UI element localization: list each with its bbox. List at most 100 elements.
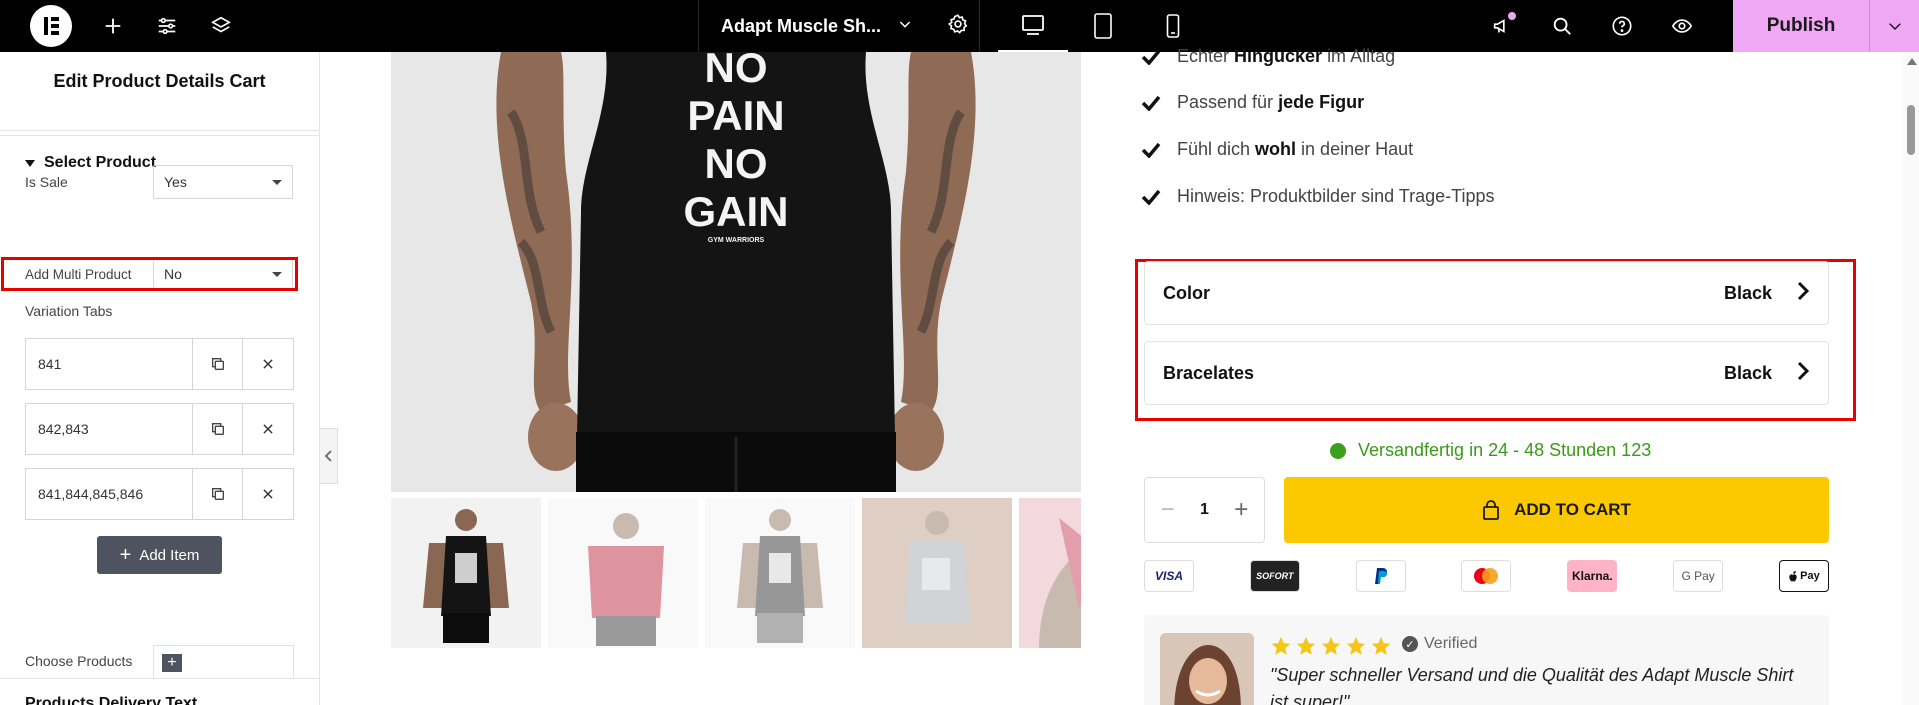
- star-icon: [1346, 636, 1366, 655]
- star-icon: [1271, 636, 1291, 655]
- feature-text-bold: jede Figur: [1278, 92, 1365, 112]
- shirt-print-text: NO: [705, 140, 768, 187]
- duplicate-icon[interactable]: [193, 339, 243, 389]
- chevron-right-icon: [1796, 360, 1810, 387]
- review-quote: "Super schneller Versand und die Qualitä…: [1270, 665, 1794, 705]
- stock-text: Versandfertig in 24 - 48 Stunden 123: [1358, 440, 1652, 460]
- shirt-print-text: GAIN: [684, 188, 789, 235]
- feature-text-pre: Fühl dich: [1177, 139, 1251, 159]
- checkmark-icon: [1141, 49, 1163, 65]
- checkmark-icon: [1141, 189, 1163, 205]
- add-product-plus-icon[interactable]: +: [162, 654, 182, 672]
- choose-products-field[interactable]: +: [153, 645, 294, 679]
- visa-payment-icon: VISA: [1144, 560, 1194, 592]
- is-sale-label: Is Sale: [25, 174, 68, 190]
- feature-text-pre: Hinweis: Produktbilder sind Trage-Tipps: [1177, 186, 1495, 206]
- duplicate-icon[interactable]: [193, 404, 243, 454]
- dropdown-caret-icon: [272, 179, 282, 185]
- site-settings-icon[interactable]: [153, 12, 181, 40]
- elementor-logo[interactable]: [30, 5, 72, 47]
- feature-text-bold: wohl: [1255, 139, 1297, 159]
- customer-review-card: ✓ Verified "Super schneller Versand und …: [1144, 615, 1829, 705]
- google-pay-payment-icon: G Pay: [1673, 560, 1724, 592]
- feature-item: Fühl dich wohl in deiner Haut: [1141, 139, 1413, 160]
- page-settings-gear-icon[interactable]: [947, 13, 969, 40]
- shirt-print-text: NO: [705, 52, 768, 91]
- mobile-device-icon[interactable]: [1138, 0, 1208, 52]
- in-stock-dot-icon: [1330, 442, 1346, 459]
- star-icon: [1371, 636, 1391, 655]
- preview-eye-icon[interactable]: [1668, 12, 1696, 40]
- scroll-up-arrow-icon[interactable]: [1907, 58, 1917, 65]
- remove-icon[interactable]: [243, 469, 293, 519]
- topbar-left-tools: [0, 0, 235, 52]
- mastercard-payment-icon: [1461, 560, 1512, 592]
- add-item-button[interactable]: + Add Item: [97, 536, 222, 574]
- panel-divider: [0, 130, 319, 136]
- plus-icon: +: [119, 544, 132, 566]
- help-icon[interactable]: [1608, 12, 1636, 40]
- product-main-image[interactable]: NO PAIN NO GAIN GYM WARRIORS: [391, 52, 1081, 492]
- is-sale-value: Yes: [164, 174, 187, 190]
- product-thumbnail[interactable]: [391, 498, 541, 648]
- apple-pay-payment-icon: Pay: [1778, 560, 1829, 592]
- scrollbar-thumb[interactable]: [1907, 105, 1915, 155]
- feature-text-pre: Passend für: [1177, 92, 1274, 112]
- variation-tab-item[interactable]: 841: [25, 338, 294, 390]
- shirt-print-text: PAIN: [687, 92, 784, 139]
- tablet-device-icon[interactable]: [1068, 0, 1138, 52]
- product-thumbnail[interactable]: [705, 498, 855, 648]
- search-icon[interactable]: [1548, 12, 1576, 40]
- document-title: Adapt Muscle Sh...: [721, 15, 882, 36]
- stock-status: Versandfertig in 24 - 48 Stunden 123: [1330, 440, 1651, 461]
- canvas-scrollbar[interactable]: [1903, 52, 1919, 705]
- remove-icon[interactable]: [243, 404, 293, 454]
- publish-options-chevron-icon[interactable]: [1869, 0, 1919, 52]
- publish-button[interactable]: Publish: [1733, 0, 1869, 52]
- quantity-stepper: − 1 +: [1144, 477, 1265, 543]
- product-thumbnail-strip: [391, 498, 1081, 648]
- publish-button-group: Publish: [1733, 0, 1919, 52]
- collapse-panel-chevron-icon[interactable]: [320, 428, 338, 484]
- product-thumbnail[interactable]: [1019, 498, 1081, 648]
- feature-item: Passend für jede Figur: [1141, 92, 1369, 113]
- decrease-quantity-button[interactable]: −: [1155, 496, 1181, 524]
- structure-layers-icon[interactable]: [207, 12, 235, 40]
- variation-selector-color[interactable]: Color Black: [1144, 261, 1829, 325]
- variation-tab-item[interactable]: 842,843: [25, 403, 294, 455]
- feature-item: Echter Hingucker im Alltag: [1141, 46, 1395, 67]
- widget-settings-panel: Edit Product Details Cart Select Product…: [0, 52, 320, 705]
- klarna-payment-icon: Klarna.: [1567, 560, 1618, 592]
- variation-tab-value: 841: [26, 339, 193, 389]
- section-toggle-delivery-text[interactable]: Products Delivery Text: [25, 695, 197, 705]
- reviewer-avatar: [1160, 633, 1254, 705]
- document-title-dropdown[interactable]: Adapt Muscle Sh...: [698, 0, 980, 52]
- panel-title: Edit Product Details Cart: [53, 70, 266, 91]
- notifications-megaphone-icon[interactable]: [1488, 12, 1516, 40]
- variation-tab-item[interactable]: 841,844,845,846: [25, 468, 294, 520]
- product-thumbnail[interactable]: [548, 498, 698, 648]
- panel-divider: [0, 678, 320, 679]
- editor-topbar: Adapt Muscle Sh... Publish: [0, 0, 1919, 52]
- star-icon: [1296, 636, 1316, 655]
- variation-value: Black: [1723, 282, 1772, 303]
- feature-text-post: in deiner Haut: [1301, 139, 1414, 159]
- remove-icon[interactable]: [243, 339, 293, 389]
- variation-tab-value: 841,844,845,846: [26, 469, 193, 519]
- feature-item: Hinweis: Produktbilder sind Trage-Tipps: [1141, 186, 1494, 207]
- add-to-cart-button[interactable]: ADD TO CART: [1284, 477, 1829, 543]
- desktop-device-icon[interactable]: [998, 0, 1068, 52]
- sofort-payment-icon: SOFORT: [1249, 560, 1300, 592]
- duplicate-icon[interactable]: [193, 469, 243, 519]
- add-element-icon[interactable]: [99, 12, 127, 40]
- add-to-cart-label: ADD TO CART: [1514, 500, 1631, 519]
- variation-selector-bracelates[interactable]: Bracelates Black: [1144, 341, 1829, 405]
- shirt-brand-text: GYM WARRIORS: [708, 237, 765, 244]
- quantity-value[interactable]: 1: [1200, 501, 1209, 519]
- is-sale-select[interactable]: Yes: [153, 165, 293, 199]
- product-thumbnail[interactable]: [862, 498, 1012, 648]
- increase-quantity-button[interactable]: +: [1228, 496, 1254, 524]
- checkmark-icon: [1141, 142, 1163, 158]
- is-sale-control: Is Sale Yes: [25, 165, 293, 199]
- variation-tab-value: 842,843: [26, 404, 193, 454]
